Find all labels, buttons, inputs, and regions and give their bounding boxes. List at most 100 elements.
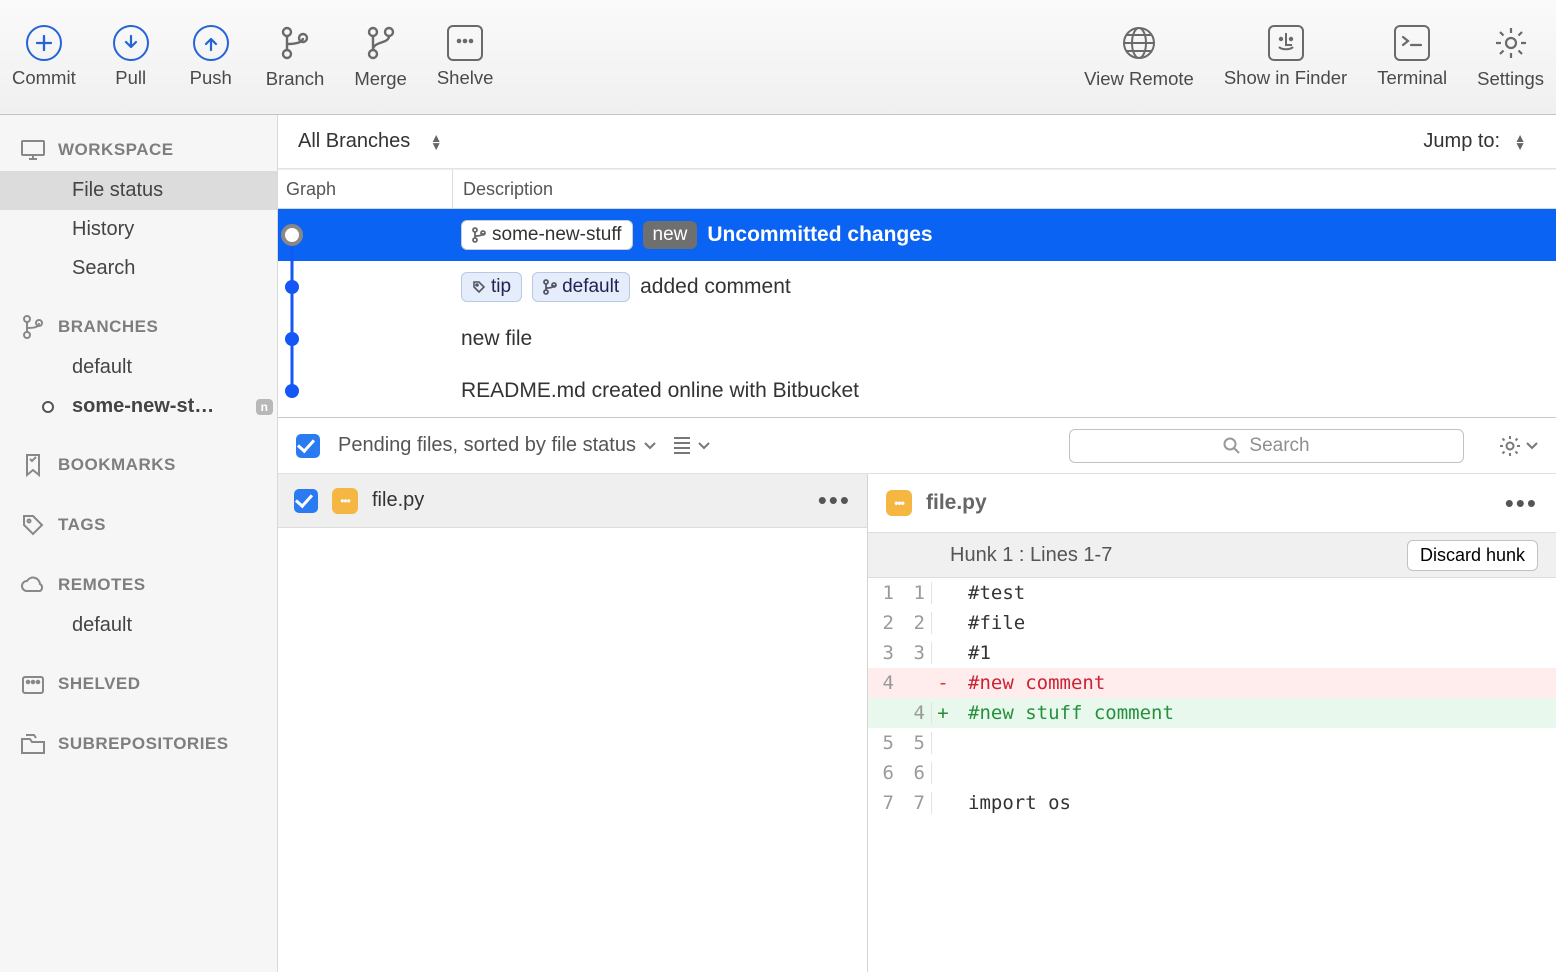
updown-icon: ▲▼ [1514,134,1526,150]
diff-content[interactable]: 11#test22#file33#14-#new comment4+#new s… [868,578,1556,818]
sidebar-section-bookmarks[interactable]: BOOKMARKS [0,444,277,486]
sidebar-item-file-status[interactable]: File status [0,171,277,210]
cloud-icon [20,572,46,598]
remotes-label: REMOTES [58,575,146,595]
sidebar-item-search[interactable]: Search [0,249,277,288]
commit-row[interactable]: tip default added comment [278,261,1556,313]
commit-row[interactable]: README.md created online with Bitbucket [278,365,1556,417]
commit-message: added comment [640,275,791,299]
chevron-down-icon [644,442,656,450]
branch-filter-dropdown[interactable]: All Branches ▲▼ [298,130,442,153]
diff-line[interactable]: 4+#new stuff comment [868,698,1556,728]
shelved-label: SHELVED [58,674,141,694]
workspace-label: WORKSPACE [58,140,174,160]
shelve-button[interactable]: Shelve [437,25,494,89]
sidebar-section-shelved[interactable]: SHELVED [0,663,277,705]
commit-list: some-new-stuff new Uncommitted changes t… [278,209,1556,417]
terminal-icon [1394,25,1430,61]
diff-line[interactable]: 33#1 [868,638,1556,668]
sidebar: WORKSPACE File status History Search BRA… [0,115,278,972]
branches-label: BRANCHES [58,317,158,337]
settings-button[interactable]: Settings [1477,24,1544,90]
gear-icon [1492,24,1530,62]
sidebar-item-history[interactable]: History [0,210,277,249]
pending-label: Pending files, sorted by file status [338,434,636,457]
file-actions-button[interactable]: ••• [818,485,851,516]
sidebar-section-tags[interactable]: TAGS [0,504,277,546]
pending-sort-dropdown[interactable]: Pending files, sorted by file status [338,434,656,457]
commit-button[interactable]: Commit [12,25,76,89]
diff-line[interactable]: 22#file [868,608,1556,638]
branch-button[interactable]: Branch [266,24,325,90]
merge-button[interactable]: Merge [354,24,406,90]
gear-icon [1498,434,1522,458]
commit-message: Uncommitted changes [707,223,932,247]
diff-line[interactable]: 77import os [868,788,1556,818]
pull-button[interactable]: Pull [106,25,156,89]
branch-current-icon [42,401,54,413]
main-toolbar: Commit Pull Push Branch Merge Shelve Vie… [0,0,1556,115]
sidebar-section-subrepos[interactable]: SUBREPOSITORIES [0,723,277,765]
push-label: Push [190,67,232,89]
commit-list-header: Graph Description [278,169,1556,209]
diff-actions-button[interactable]: ••• [1505,488,1538,519]
file-status-modified-icon: ••• [332,488,358,514]
search-placeholder: Search [1249,435,1309,457]
view-remote-button[interactable]: View Remote [1084,24,1194,90]
select-all-checkbox[interactable] [296,434,320,458]
column-description[interactable]: Description [453,179,1556,200]
hunk-header: Hunk 1 : Lines 1-7 Discard hunk [868,532,1556,578]
tags-label: TAGS [58,515,106,535]
sidebar-branch-default[interactable]: default [0,348,277,387]
subrepo-icon [20,731,46,757]
jump-to-label: Jump to: [1423,130,1500,153]
branch-filter-label: All Branches [298,130,410,153]
diff-line[interactable]: 11#test [868,578,1556,608]
shelved-icon [20,671,46,697]
arrow-down-icon [113,25,149,61]
diff-line[interactable]: 55 [868,728,1556,758]
view-remote-label: View Remote [1084,68,1194,90]
shelve-label: Shelve [437,67,494,89]
branch-icon [276,24,314,62]
file-status-modified-icon: ••• [886,490,912,516]
sidebar-remote-default[interactable]: default [0,606,277,645]
jump-to-dropdown[interactable]: Jump to: ▲▼ [1423,130,1536,153]
file-checkbox[interactable] [294,489,318,513]
pending-file-row[interactable]: ••• file.py ••• [278,474,867,528]
lines-icon [674,437,690,454]
discard-hunk-button[interactable]: Discard hunk [1407,540,1538,571]
chevron-down-icon [1526,442,1538,450]
finder-label: Show in Finder [1224,67,1347,89]
commit-row[interactable]: new file [278,313,1556,365]
tip-tag: tip [461,272,522,302]
file-name: file.py [372,489,424,512]
diff-settings-button[interactable] [1498,434,1538,458]
diff-line[interactable]: 66 [868,758,1556,788]
show-in-finder-button[interactable]: Show in Finder [1224,25,1347,89]
monitor-icon [20,137,46,163]
pending-file-list: ••• file.py ••• [278,474,868,972]
globe-icon [1120,24,1158,62]
filter-bar: All Branches ▲▼ Jump to: ▲▼ [278,115,1556,169]
column-graph[interactable]: Graph [278,170,453,208]
subrepos-label: SUBREPOSITORIES [58,734,229,754]
branch-pill: some-new-stuff [461,220,633,250]
shelve-icon [447,25,483,61]
commit-row-uncommitted[interactable]: some-new-stuff new Uncommitted changes [278,209,1556,261]
sidebar-section-branches[interactable]: BRANCHES [0,306,277,348]
push-button[interactable]: Push [186,25,236,89]
terminal-label: Terminal [1377,67,1447,89]
chevron-down-icon [698,442,710,450]
sidebar-section-workspace[interactable]: WORKSPACE [0,129,277,171]
hunk-label: Hunk 1 : Lines 1-7 [950,544,1112,567]
diff-file-name: file.py [926,491,987,515]
search-input[interactable]: Search [1069,429,1464,463]
diff-line[interactable]: 4-#new comment [868,668,1556,698]
diff-file-header: ••• file.py ••• [868,474,1556,532]
terminal-button[interactable]: Terminal [1377,25,1447,89]
sidebar-branch-some-new-stuff[interactable]: some-new-st… n [0,387,277,426]
sidebar-section-remotes[interactable]: REMOTES [0,564,277,606]
finder-icon [1268,25,1304,61]
view-mode-dropdown[interactable] [674,437,710,454]
